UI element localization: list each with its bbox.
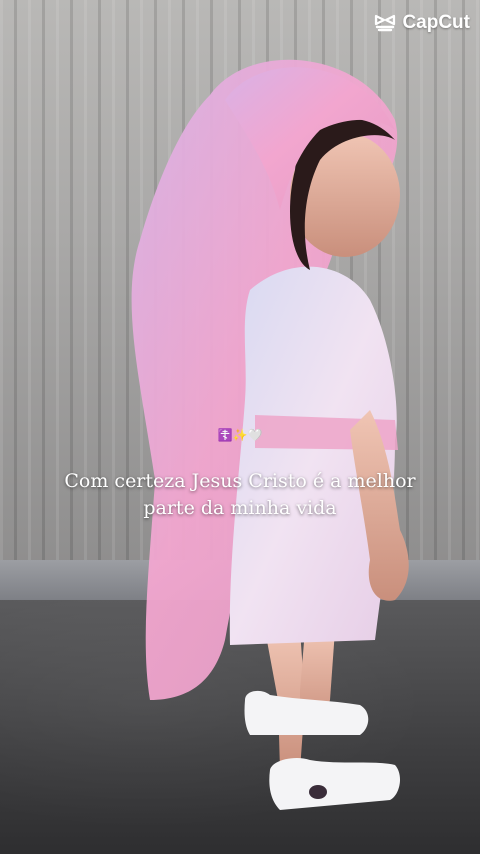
capcut-watermark: CapCut: [374, 12, 470, 34]
capcut-logo-icon: [375, 14, 396, 32]
caption-text: Com certeza Jesus Cristo é a melhor part…: [64, 470, 416, 519]
child-figure: [131, 59, 409, 810]
video-frame: CapCut ☦️✨🤍 Com certeza Jesus Cristo é a…: [0, 0, 480, 854]
shoe-right: [269, 758, 401, 810]
emoji-line: ☦️✨🤍: [217, 428, 263, 442]
capcut-label: CapCut: [402, 12, 470, 33]
